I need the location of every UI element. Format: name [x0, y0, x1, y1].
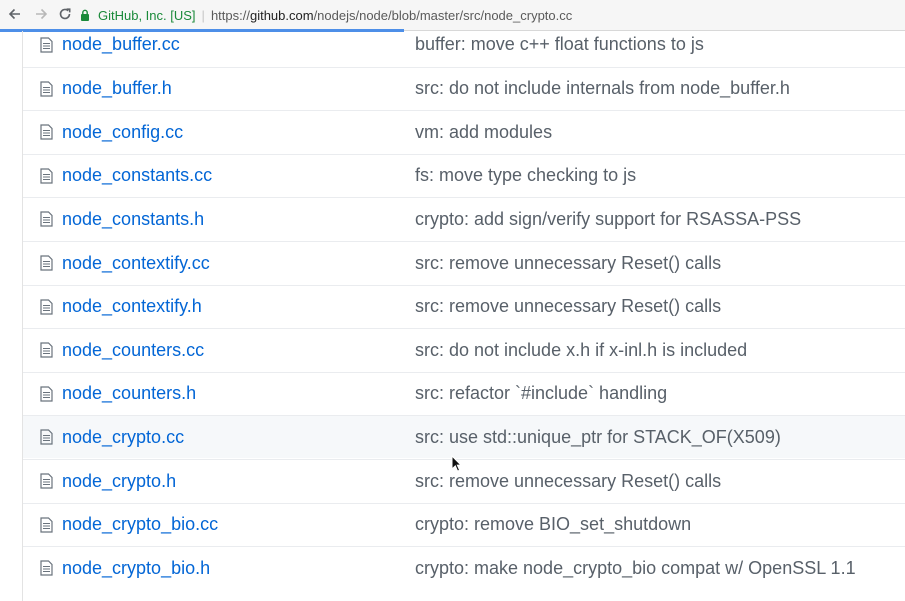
file-name-link[interactable]: node_crypto_bio.cc — [62, 514, 218, 535]
file-icon — [39, 210, 53, 228]
file-icon — [39, 298, 53, 316]
file-icon — [39, 123, 53, 141]
file-name-link[interactable]: node_config.cc — [62, 122, 183, 143]
file-icon — [39, 80, 53, 98]
file-icon — [39, 559, 53, 577]
file-icon — [39, 36, 53, 54]
file-row[interactable]: node_constants.h crypto: add sign/verify … — [23, 197, 905, 240]
commit-message-link[interactable]: src: refactor `#include` handling — [415, 383, 667, 404]
commit-message-link[interactable]: src: remove unnecessary Reset() calls — [415, 471, 721, 492]
file-name-link[interactable]: node_constants.h — [62, 209, 204, 230]
file-icon — [39, 385, 53, 403]
url-path: /nodejs/node/blob/master/src/node_crypto… — [313, 7, 573, 23]
file-icon — [39, 428, 53, 446]
file-name-link[interactable]: node_counters.cc — [62, 340, 204, 361]
commit-message-link[interactable]: buffer: move c++ float functions to js — [415, 34, 704, 55]
site-identity: GitHub, Inc. [US] — [98, 7, 196, 23]
commit-message-link[interactable]: src: do not include x.h if x-inl.h is in… — [415, 340, 747, 361]
file-name-link[interactable]: node_crypto.h — [62, 471, 176, 492]
address-separator: | — [201, 7, 205, 23]
commit-message-link[interactable]: crypto: remove BIO_set_shutdown — [415, 514, 691, 535]
file-name-link[interactable]: node_contextify.h — [62, 296, 202, 317]
file-row[interactable]: node_crypto_bio.h crypto: make node_crypt… — [23, 546, 905, 589]
commit-message-link[interactable]: crypto: add sign/verify support for RSAS… — [415, 209, 801, 230]
commit-message-link[interactable]: vm: add modules — [415, 122, 552, 143]
file-row[interactable]: node_crypto.cc src: use std::unique_ptr f… — [23, 415, 905, 459]
commit-message-link[interactable]: src: use std::unique_ptr for STACK_OF(X5… — [415, 427, 781, 448]
reload-icon[interactable] — [56, 5, 74, 23]
address-bar[interactable]: GitHub, Inc. [US] | https://github.com/n… — [80, 3, 905, 27]
url-text: https://github.com/nodejs/node/blob/mast… — [211, 8, 572, 23]
file-row[interactable]: node_counters.h src: refactor `#include` … — [23, 371, 905, 415]
commit-message-link[interactable]: crypto: make node_crypto_bio compat w/ O… — [415, 558, 856, 579]
file-row[interactable]: node_buffer.cc buffer: move c++ float fun… — [23, 31, 905, 66]
file-row[interactable]: node_crypto_bio.cc crypto: remove BIO_set… — [23, 502, 905, 546]
file-name-link[interactable]: node_constants.cc — [62, 165, 212, 186]
file-listing: node_buffer.cc buffer: move c++ float fun… — [22, 31, 905, 601]
file-row[interactable]: node_buffer.h src: do not include interna… — [23, 66, 905, 110]
commit-message-link[interactable]: fs: move type checking to js — [415, 165, 636, 186]
file-row[interactable]: node_contextify.h src: remove unnecessary… — [23, 284, 905, 328]
file-row[interactable]: node_counters.cc src: do not include x.h … — [23, 328, 905, 371]
file-name-link[interactable]: node_crypto.cc — [62, 427, 184, 448]
file-name-link[interactable]: node_contextify.cc — [62, 253, 210, 274]
file-row[interactable]: node_config.cc vm: add modules — [23, 110, 905, 153]
file-row[interactable]: node_contextify.cc src: remove unnecessar… — [23, 241, 905, 284]
back-icon[interactable] — [6, 5, 24, 23]
lock-icon — [80, 8, 92, 22]
browser-toolbar: GitHub, Inc. [US] | https://github.com/n… — [0, 0, 905, 32]
forward-icon[interactable] — [32, 5, 50, 23]
mouse-cursor-icon — [451, 454, 463, 473]
commit-message-link[interactable]: src: remove unnecessary Reset() calls — [415, 296, 721, 317]
url-scheme: https:// — [210, 7, 250, 23]
file-row[interactable]: node_crypto.h src: remove unnecessary Res… — [23, 459, 905, 502]
file-icon — [39, 254, 53, 272]
file-name-link[interactable]: node_crypto_bio.h — [62, 558, 210, 579]
file-name-link[interactable]: node_counters.h — [62, 383, 196, 404]
file-name-link[interactable]: node_buffer.h — [62, 78, 172, 99]
file-name-link[interactable]: node_buffer.cc — [62, 34, 180, 55]
commit-message-link[interactable]: src: do not include internals from node_… — [415, 78, 790, 99]
file-row[interactable]: node_constants.cc fs: move type checking … — [23, 153, 905, 197]
file-icon — [39, 472, 53, 490]
file-icon — [39, 516, 53, 534]
commit-message-link[interactable]: src: remove unnecessary Reset() calls — [415, 253, 721, 274]
url-host: github.com — [249, 7, 314, 23]
file-icon — [39, 167, 53, 185]
file-icon — [39, 341, 53, 359]
